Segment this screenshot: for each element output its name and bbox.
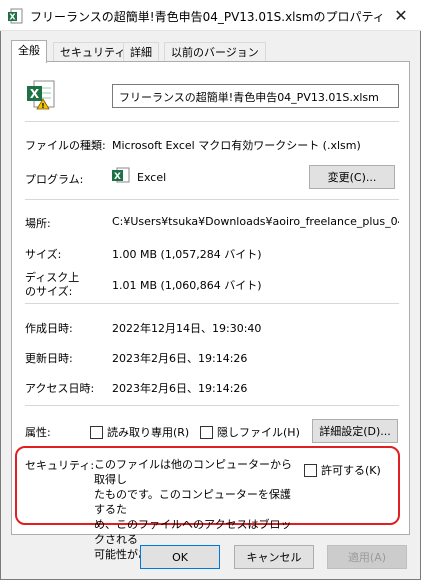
accessed-label: アクセス日時: bbox=[25, 382, 95, 395]
filename-field[interactable]: フリーランスの超簡単!青色申告04_PV13.01S.xlsm bbox=[112, 84, 399, 108]
apply-button[interactable]: 適用(A) bbox=[327, 545, 407, 569]
program-value: Excel bbox=[137, 171, 167, 184]
size-label: サイズ: bbox=[25, 248, 62, 261]
security-message-line2: たものです。このコンピューターを保護するた bbox=[94, 488, 291, 516]
disk-size-label-line2: のサイズ: bbox=[25, 285, 73, 298]
svg-text:!: ! bbox=[41, 102, 44, 110]
excel-file-icon: X bbox=[8, 8, 24, 27]
disk-size-value: 1.01 MB (1,060,864 バイト) bbox=[112, 279, 262, 292]
file-type-label: ファイルの種類: bbox=[25, 139, 106, 152]
svg-text:X: X bbox=[114, 172, 121, 182]
advanced-attributes-button[interactable]: 詳細設定(D)... bbox=[312, 419, 398, 443]
window-title: フリーランスの超簡単!青色申告04_PV13.01S.xlsmのプロパティ bbox=[30, 10, 385, 24]
location-label: 場所: bbox=[25, 217, 51, 230]
general-panel: X ! フリーランスの超簡単!青色申告04_PV13.01S.xlsm ファイル… bbox=[11, 61, 410, 561]
file-type-value: Microsoft Excel マクロ有効ワークシート (.xlsm) bbox=[112, 139, 361, 152]
svg-text:X: X bbox=[30, 87, 40, 101]
unblock-checkbox-box[interactable] bbox=[304, 463, 317, 477]
cancel-button[interactable]: キャンセル bbox=[234, 545, 314, 569]
modified-value: 2023年2月6日、19:14:26 bbox=[112, 352, 248, 365]
separator bbox=[25, 199, 399, 200]
created-value: 2022年12月14日、19:30:40 bbox=[112, 322, 262, 335]
tab-security[interactable]: セキュリティ bbox=[53, 42, 133, 62]
attributes-label: 属性: bbox=[25, 426, 51, 439]
svg-text:X: X bbox=[9, 13, 16, 22]
security-message-line3: め、このファイルへのアクセスはブロックされる bbox=[94, 518, 292, 546]
modified-label: 更新日時: bbox=[25, 352, 73, 365]
accessed-value: 2023年2月6日、19:14:26 bbox=[112, 382, 248, 395]
readonly-checkbox-label: 読み取り専用(R) bbox=[107, 426, 190, 439]
tab-details[interactable]: 詳細 bbox=[123, 42, 159, 62]
location-value: C:¥Users¥tsuka¥Downloads¥aoiro_freelance… bbox=[112, 215, 399, 228]
size-value: 1.00 MB (1,057,284 バイト) bbox=[112, 248, 262, 261]
separator bbox=[25, 303, 399, 304]
disk-size-label-line1: ディスク上 bbox=[25, 271, 80, 284]
title-bar: X フリーランスの超簡単!青色申告04_PV13.01S.xlsmのプロパティ … bbox=[0, 0, 421, 31]
unblock-checkbox[interactable]: 許可する(K) bbox=[304, 462, 381, 478]
close-button[interactable]: ✕ bbox=[381, 0, 421, 31]
separator bbox=[25, 405, 399, 406]
program-label: プログラム: bbox=[25, 173, 84, 186]
security-label: セキュリティ: bbox=[25, 459, 95, 472]
disk-size-label: ディスク上 のサイズ: bbox=[25, 271, 79, 299]
created-label: 作成日時: bbox=[25, 322, 73, 335]
hidden-checkbox-box[interactable] bbox=[200, 425, 213, 439]
unblock-checkbox-label: 許可する(K) bbox=[321, 464, 381, 477]
change-program-button[interactable]: 変更(C)... bbox=[309, 165, 395, 189]
hidden-checkbox[interactable]: 隠しファイル(H) bbox=[200, 424, 300, 440]
separator bbox=[25, 121, 399, 122]
security-message-line1: このファイルは他のコンピューターから取得し bbox=[94, 458, 292, 486]
tab-general[interactable]: 全般 bbox=[11, 40, 47, 63]
file-type-icon: X ! bbox=[26, 80, 56, 113]
readonly-checkbox-box[interactable] bbox=[90, 425, 103, 439]
tab-previous-versions[interactable]: 以前のバージョン bbox=[164, 42, 266, 62]
readonly-checkbox[interactable]: 読み取り専用(R) bbox=[90, 424, 189, 440]
excel-program-icon: X bbox=[112, 166, 130, 187]
ok-button[interactable]: OK bbox=[140, 545, 220, 569]
hidden-checkbox-label: 隠しファイル(H) bbox=[217, 426, 300, 439]
